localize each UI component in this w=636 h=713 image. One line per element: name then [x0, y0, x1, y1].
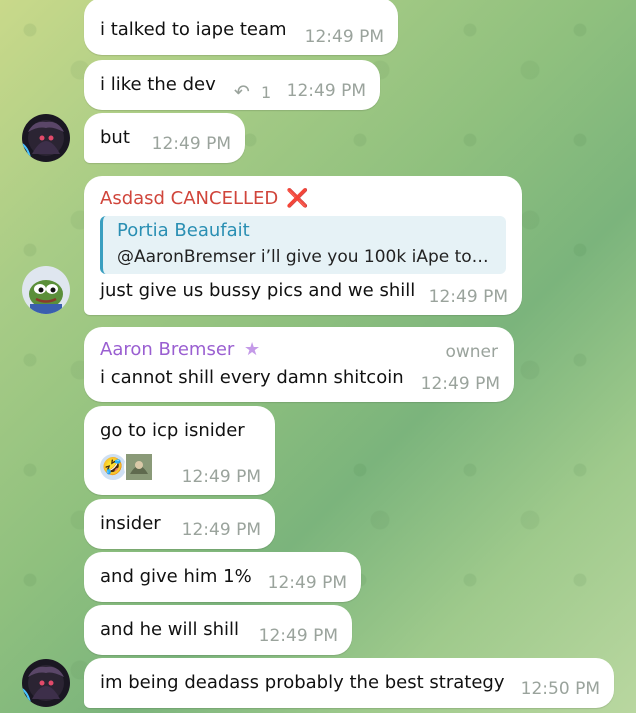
message-time: 12:49 PM — [151, 134, 231, 154]
message-bubble[interactable]: Aaron Bremser ★ owner i cannot shill eve… — [84, 327, 514, 402]
sender-name-text: Aaron Bremser — [100, 339, 235, 360]
message-time: 12:49 PM — [304, 27, 384, 47]
reactor-avatar[interactable] — [124, 452, 154, 482]
avatar-image — [22, 659, 70, 707]
avatar-image — [22, 266, 70, 314]
message-bubble[interactable]: but 12:49 PM — [84, 113, 245, 163]
reactions[interactable]: 🤣 — [98, 452, 154, 482]
message-time: 12:49 PM — [267, 573, 347, 593]
reply-count: 1 — [261, 83, 272, 102]
message-time: 12:49 PM — [181, 467, 261, 487]
reply-quote[interactable]: Portia Beaufait @AaronBremser i’ll give … — [100, 216, 506, 274]
message-bubble[interactable]: i like the dev ↶ 1 12:49 PM — [84, 60, 380, 110]
message-text: and give him 1% — [100, 566, 252, 587]
message-time: 12:49 PM — [420, 374, 500, 394]
message-bubble[interactable]: Asdasd CANCELLED ❌ Portia Beaufait @Aaro… — [84, 176, 522, 315]
avatar[interactable] — [22, 659, 70, 707]
message-text: i cannot shill every damn shitcoin — [100, 367, 404, 388]
quote-author: Portia Beaufait — [117, 220, 250, 241]
sender-name-text: Asdasd CANCELLED — [100, 188, 279, 209]
sender-name[interactable]: Aaron Bremser ★ — [100, 339, 260, 360]
message-time: 12:49 PM — [258, 626, 338, 646]
message-text: i talked to iape team — [100, 19, 287, 40]
message-text: just give us bussy pics and we shill — [100, 280, 416, 301]
message-bubble[interactable]: and give him 1% 12:49 PM — [84, 552, 361, 602]
message-text: i like the dev — [100, 74, 216, 95]
star-icon: ★ — [244, 339, 261, 360]
message-text: but — [100, 127, 130, 148]
cancel-mark-icon: ❌ — [286, 188, 309, 209]
avatar-image — [22, 114, 70, 162]
quote-text: @AaronBremser i’ll give you 100k iApe to… — [117, 247, 489, 267]
message-text: im being deadass probably the best strat… — [100, 672, 505, 693]
reactor-avatar-image — [126, 454, 152, 480]
message-bubble[interactable]: i talked to iape team 12:49 PM — [84, 0, 398, 55]
message-time: 12:49 PM — [286, 81, 366, 101]
message-text: insider — [100, 513, 161, 534]
avatar[interactable] — [22, 114, 70, 162]
replies-indicator[interactable]: ↶ 1 — [234, 81, 271, 103]
message-bubble[interactable]: insider 12:49 PM — [84, 499, 275, 549]
chat-message-list[interactable]: i talked to iape team 12:49 PM i like th… — [0, 0, 636, 713]
sender-name[interactable]: Asdasd CANCELLED ❌ — [100, 188, 308, 209]
message-bubble[interactable]: and he will shill 12:49 PM — [84, 605, 352, 655]
message-text: and he will shill — [100, 619, 240, 640]
message-bubble[interactable]: go to icp isnider 🤣 12:49 PM — [84, 406, 275, 495]
message-text: go to icp isnider — [100, 420, 245, 441]
message-time: 12:49 PM — [181, 520, 261, 540]
message-time: 12:49 PM — [428, 287, 508, 307]
message-bubble[interactable]: im being deadass probably the best strat… — [84, 658, 614, 708]
role-badge: owner — [445, 342, 498, 362]
reply-arrow-icon: ↶ — [234, 81, 250, 103]
avatar[interactable] — [22, 266, 70, 314]
message-time: 12:50 PM — [520, 679, 600, 699]
